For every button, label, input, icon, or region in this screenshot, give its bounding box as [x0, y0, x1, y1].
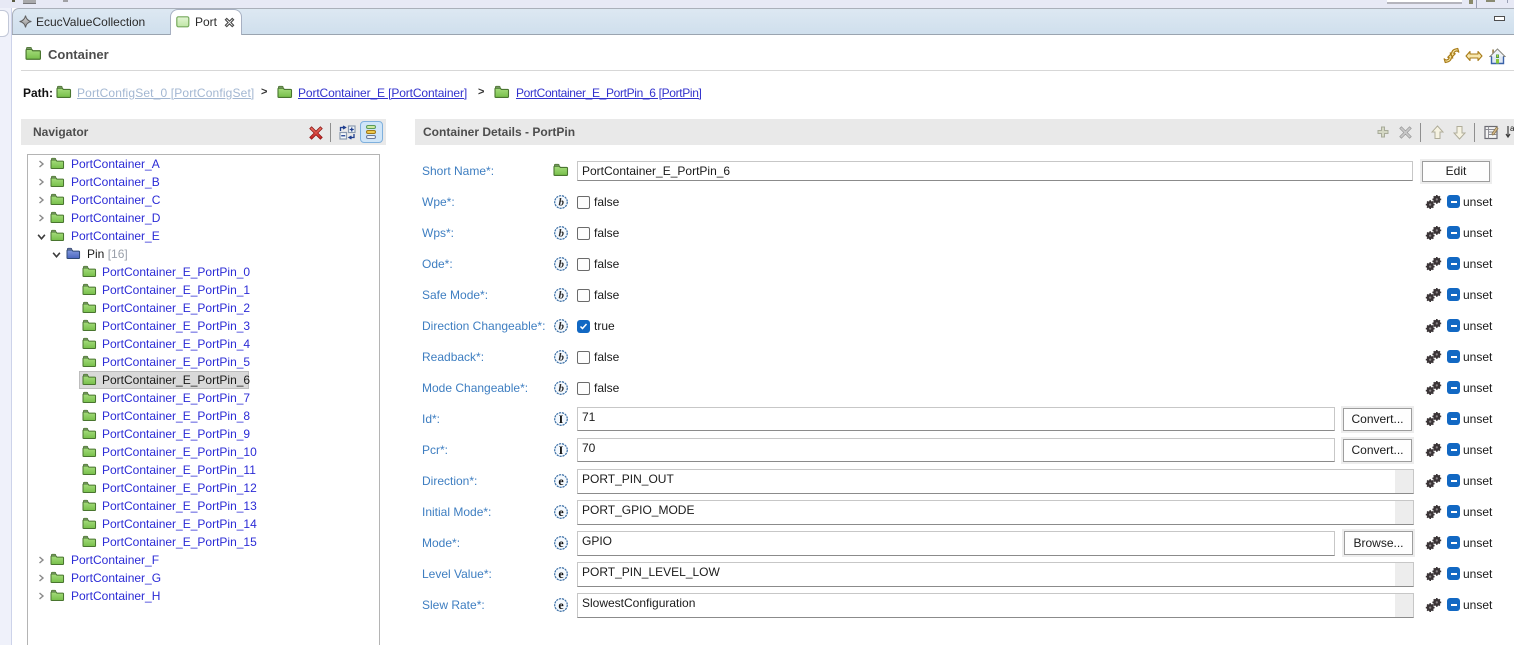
svg-text:b: b	[558, 228, 564, 240]
svg-text:e: e	[558, 474, 564, 488]
svg-text:e: e	[558, 598, 564, 612]
svg-text:e: e	[558, 536, 564, 550]
svg-text:e: e	[558, 505, 564, 519]
svg-text:b: b	[558, 290, 564, 302]
svg-text:I: I	[559, 412, 564, 426]
svg-text:a: a	[1510, 125, 1514, 133]
svg-text:b: b	[558, 383, 564, 395]
svg-text:b: b	[558, 197, 564, 209]
svg-text:I: I	[559, 443, 564, 457]
svg-text:b: b	[558, 321, 564, 333]
svg-text:b: b	[558, 352, 564, 364]
svg-text:e: e	[558, 567, 564, 581]
svg-text:b: b	[558, 259, 564, 271]
